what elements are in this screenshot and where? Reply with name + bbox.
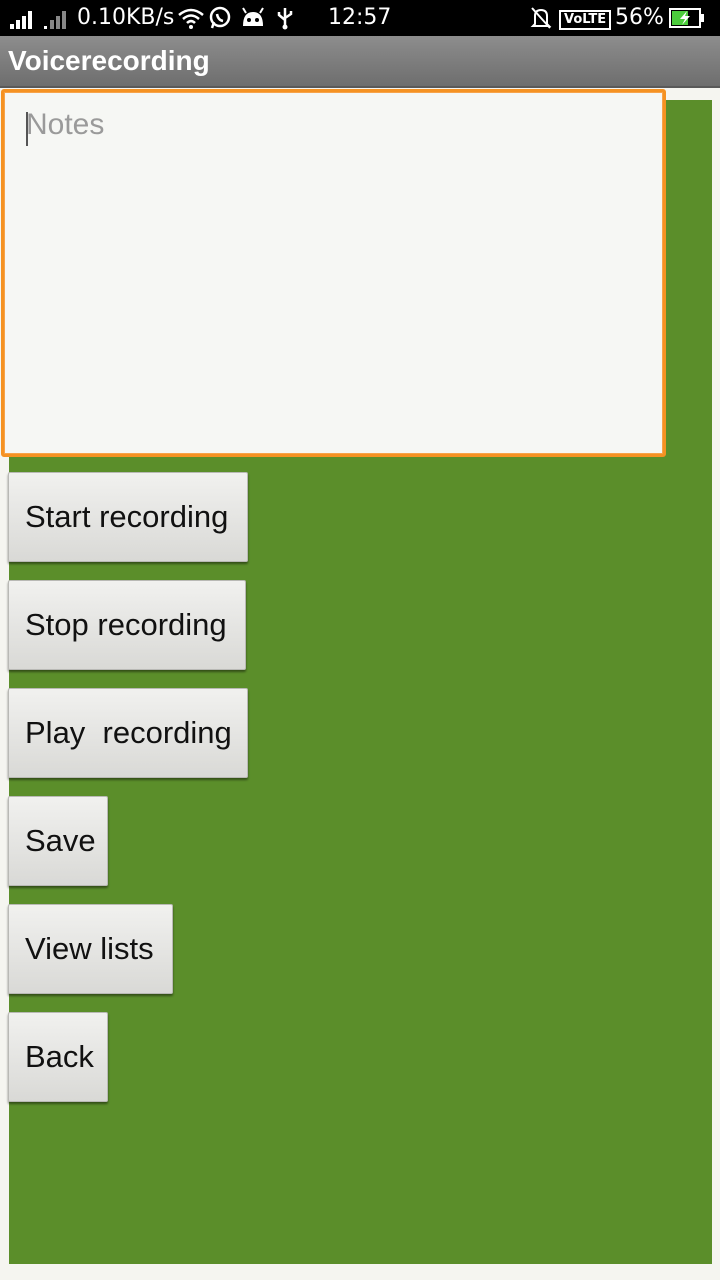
whatsapp-icon xyxy=(208,6,232,30)
notes-placeholder: Notes xyxy=(26,108,105,141)
signal-icon xyxy=(8,6,38,30)
android-icon xyxy=(240,6,266,30)
status-bar: 0.10KB/s 12:57 VoLTE 56% xyxy=(0,0,720,36)
app-title: Voicerecording xyxy=(8,45,210,76)
view-lists-button[interactable]: View lists xyxy=(8,904,173,994)
mute-icon xyxy=(530,6,552,30)
start-recording-button[interactable]: Start recording xyxy=(8,472,248,562)
battery-percent: 56% xyxy=(615,5,664,30)
volte-badge: VoLTE xyxy=(559,8,612,32)
usb-icon xyxy=(274,6,296,30)
wifi-icon xyxy=(177,6,205,30)
stop-recording-button[interactable]: Stop recording xyxy=(8,580,246,670)
signal-icon-2 xyxy=(42,6,72,30)
play-recording-button[interactable]: Play recording xyxy=(8,688,248,778)
battery-charging-icon xyxy=(669,8,705,32)
clock: 12:57 xyxy=(328,5,392,30)
notes-textarea[interactable]: Notes xyxy=(1,89,666,457)
net-speed: 0.10KB/s xyxy=(77,5,175,30)
back-button[interactable]: Back xyxy=(8,1012,108,1102)
save-button[interactable]: Save xyxy=(8,796,108,886)
action-bar: Voicerecording xyxy=(0,36,720,88)
